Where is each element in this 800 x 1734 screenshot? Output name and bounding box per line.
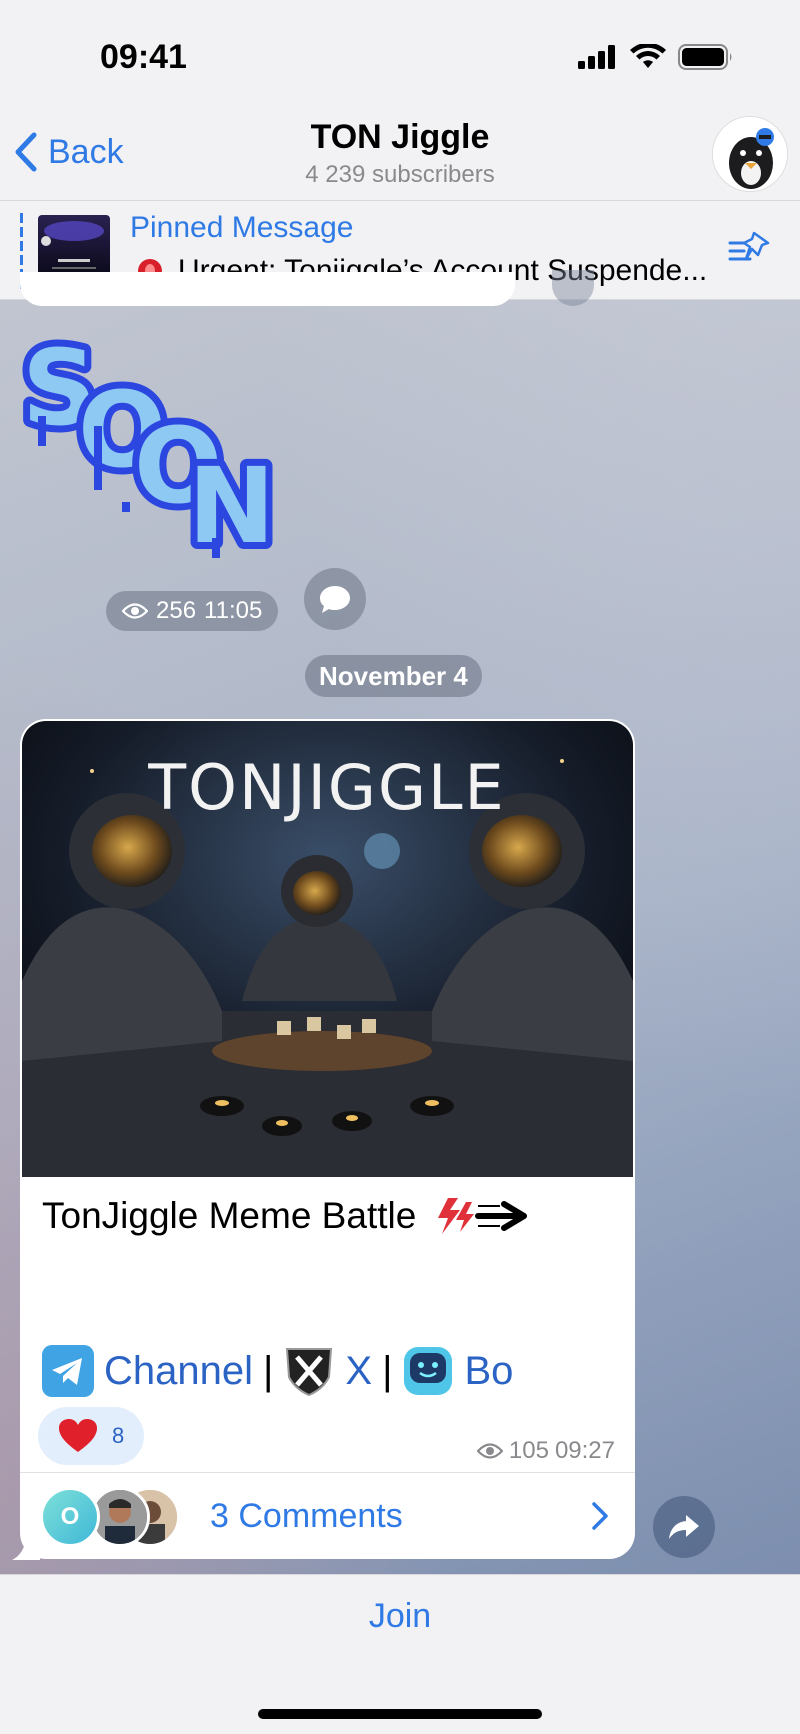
commenter-avatar: O (40, 1487, 100, 1547)
svg-text:N: N (188, 445, 275, 567)
wifi-icon (630, 44, 666, 68)
date-separator: November 4 (305, 655, 482, 697)
home-indicator (258, 1709, 542, 1719)
soon-sticker: S S O O O O N N (16, 320, 282, 574)
signal-icon (578, 45, 615, 69)
eye-icon (476, 1443, 503, 1459)
post-time: 09:27 (554, 1437, 615, 1464)
battery-icon (678, 44, 732, 70)
reaction-count: 8 (112, 1423, 125, 1448)
telegram-icon (42, 1345, 94, 1397)
bottom-bar: Join (0, 1574, 800, 1734)
bot-link[interactable]: Bo (464, 1349, 513, 1394)
status-icons (578, 44, 734, 70)
bubble-tail (12, 1538, 40, 1560)
back-button[interactable]: Back (14, 132, 124, 172)
x-icon (286, 1348, 333, 1397)
sticker-meta: 256 11:05 (106, 591, 279, 631)
eye-icon (122, 603, 148, 619)
post-title-row: TonJiggle Meme Battle (42, 1194, 534, 1238)
share-button[interactable] (653, 1496, 715, 1558)
post-image-title: TONJIGGLE (147, 751, 505, 824)
chevron-right-icon (592, 1502, 608, 1530)
post-title: TonJiggle Meme Battle (42, 1195, 417, 1236)
channel-post: TONJIGGLE TonJiggle Meme Battle Channel … (20, 719, 635, 1559)
pinned-list-icon[interactable] (728, 229, 772, 269)
penguin-avatar-icon (713, 117, 787, 191)
channel-title: TON Jiggle (310, 118, 490, 156)
status-time: 09:41 (100, 38, 187, 76)
channel-info[interactable]: TON Jiggle 4 239 subscribers (200, 118, 600, 189)
pinned-heading: Pinned Message (130, 211, 354, 244)
x-link[interactable]: X (345, 1349, 372, 1394)
previous-message-bubble (20, 272, 515, 306)
bot-icon (404, 1347, 453, 1395)
link-separator: | (382, 1348, 393, 1393)
heart-icon (59, 1419, 97, 1452)
post-views: 105 (508, 1437, 549, 1464)
post-meta: 105 09:27 (476, 1437, 615, 1465)
sticker-comment-button[interactable] (304, 568, 366, 630)
subscriber-count: 4 239 subscribers (305, 161, 495, 188)
status-bar: 09:41 (0, 0, 800, 110)
sticker-time: 11:05 (204, 597, 263, 624)
comments-label: 3 Comments (210, 1497, 403, 1535)
chat-header: Back TON Jiggle 4 239 subscribers (0, 110, 800, 200)
link-separator: | (263, 1348, 274, 1393)
channel-link[interactable]: Channel (104, 1349, 253, 1394)
share-arrow-icon (669, 1515, 699, 1539)
heart-reaction[interactable]: 8 (38, 1407, 144, 1465)
commenter-initial: O (60, 1503, 80, 1530)
sticker-views: 256 (156, 597, 197, 624)
lightning-arrow-icon (438, 1198, 528, 1234)
chevron-left-icon (15, 132, 37, 172)
channel-avatar[interactable] (712, 116, 788, 192)
post-image[interactable]: TONJIGGLE (22, 721, 633, 1177)
join-button[interactable]: Join (300, 1597, 500, 1636)
back-label: Back (48, 132, 124, 171)
comment-bubble-icon (320, 586, 350, 613)
post-links: Channel | X | Bo (42, 1345, 513, 1397)
comments-button[interactable]: O 3 Comments (20, 1472, 635, 1559)
